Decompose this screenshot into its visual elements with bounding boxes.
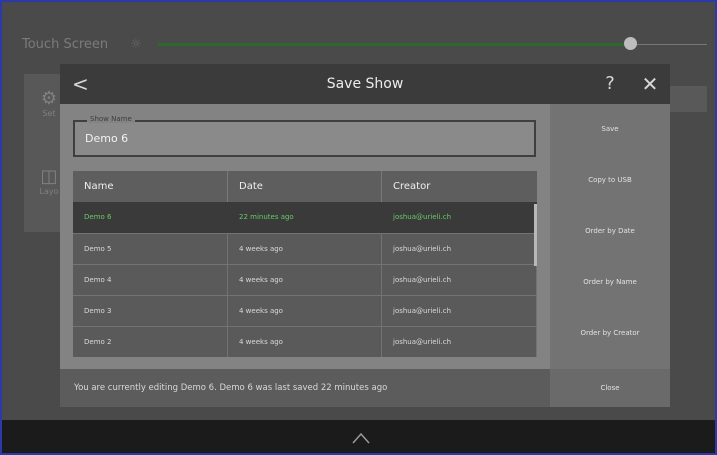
dialog-header: Save Show < ? ✕: [60, 64, 670, 104]
cell-date: 4 weeks ago: [228, 296, 382, 326]
cell-name: Demo 4: [73, 265, 228, 295]
help-icon[interactable]: ?: [600, 71, 620, 97]
cell-name: Demo 2: [73, 327, 228, 357]
shows-table: Name Date Creator Demo 6 22 minutes ago …: [73, 171, 537, 357]
brightness-slider-thumb[interactable]: [624, 37, 637, 50]
show-name-field[interactable]: Show Name Demo 6: [73, 115, 536, 157]
sun-icon: ☼: [130, 37, 142, 52]
table-row[interactable]: Demo 5 4 weeks ago joshua@urieli.ch: [73, 233, 537, 264]
table-row[interactable]: Demo 3 4 weeks ago joshua@urieli.ch: [73, 295, 537, 326]
background-title: Touch Screen: [22, 37, 109, 52]
background-panel-label: Set: [42, 109, 56, 118]
brightness-slider-track[interactable]: [158, 43, 628, 46]
table-scrollbar[interactable]: [534, 204, 537, 266]
cell-creator: joshua@urieli.ch: [382, 202, 537, 232]
cell-date: 4 weeks ago: [228, 234, 382, 264]
background-panel-label: Layo: [39, 187, 59, 196]
order-by-name-button[interactable]: Order by Name: [550, 257, 670, 307]
show-name-legend: Show Name: [87, 115, 135, 123]
table-row[interactable]: Demo 2 4 weeks ago joshua@urieli.ch: [73, 326, 537, 357]
close-icon[interactable]: ✕: [638, 71, 662, 97]
status-message: You are currently editing Demo 6. Demo 6…: [74, 383, 388, 393]
save-show-dialog: Save Show < ? ✕ Show Name Demo 6 Name Da…: [60, 64, 670, 407]
cell-date: 4 weeks ago: [228, 265, 382, 295]
order-by-date-button[interactable]: Order by Date: [550, 206, 670, 256]
bottom-bar: [2, 420, 715, 453]
chevron-up-icon[interactable]: [351, 428, 371, 448]
table-row[interactable]: Demo 6 22 minutes ago joshua@urieli.ch: [73, 202, 537, 233]
cell-creator: joshua@urieli.ch: [382, 296, 537, 326]
column-header-creator[interactable]: Creator: [382, 171, 537, 202]
cell-creator: joshua@urieli.ch: [382, 327, 537, 357]
table-row[interactable]: Demo 4 4 weeks ago joshua@urieli.ch: [73, 264, 537, 295]
order-by-creator-button[interactable]: Order by Creator: [550, 308, 670, 358]
copy-to-usb-button[interactable]: Copy to USB: [550, 155, 670, 205]
table-body: Demo 6 22 minutes ago joshua@urieli.ch D…: [73, 202, 537, 357]
column-header-name[interactable]: Name: [73, 171, 228, 202]
cell-creator: joshua@urieli.ch: [382, 265, 537, 295]
column-header-date[interactable]: Date: [228, 171, 382, 202]
show-name-value[interactable]: Demo 6: [85, 132, 128, 145]
save-button[interactable]: Save: [550, 104, 670, 154]
table-header: Name Date Creator: [73, 171, 537, 202]
cell-name: Demo 3: [73, 296, 228, 326]
dialog-title: Save Show: [326, 76, 404, 92]
cell-name: Demo 5: [73, 234, 228, 264]
back-icon[interactable]: <: [72, 71, 92, 97]
cell-date: 22 minutes ago: [228, 202, 382, 232]
dialog-actions: Save Copy to USB Order by Date Order by …: [550, 104, 670, 369]
cell-name: Demo 6: [73, 202, 228, 232]
brightness-slider-rest: [632, 44, 707, 45]
cell-creator: joshua@urieli.ch: [382, 234, 537, 264]
cell-date: 4 weeks ago: [228, 327, 382, 357]
dialog-main-area: Show Name Demo 6 Name Date Creator Demo …: [60, 104, 550, 369]
close-button[interactable]: Close: [550, 369, 670, 407]
dialog-footer: You are currently editing Demo 6. Demo 6…: [60, 369, 550, 407]
